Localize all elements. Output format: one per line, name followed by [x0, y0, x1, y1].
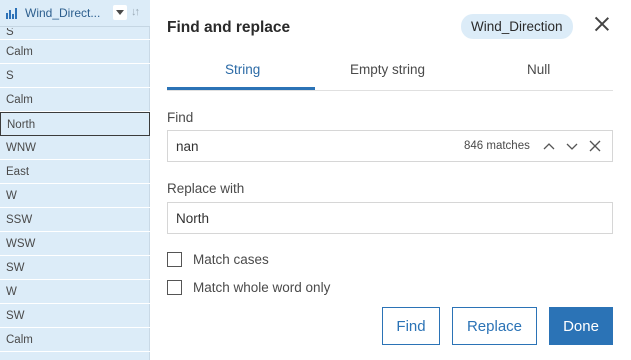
table-cell[interactable]: East [0, 160, 150, 184]
table-cell[interactable]: SW [0, 256, 150, 280]
bar-chart-icon [6, 7, 20, 19]
table-cell[interactable]: S [0, 64, 150, 88]
active-tab-indicator [167, 87, 315, 90]
column-panel: Wind_Direct... ↓↑ S Calm S Calm North WN… [0, 0, 150, 360]
chevron-up-icon[interactable] [542, 139, 556, 153]
table-cell[interactable]: W [0, 280, 150, 304]
match-cases-label: Match cases [193, 252, 269, 267]
tab-null[interactable]: Null [527, 62, 550, 77]
column-menu-dropdown[interactable] [113, 5, 127, 20]
table-cell[interactable]: WSW [0, 232, 150, 256]
match-cases-checkbox[interactable] [167, 252, 182, 267]
table-cell[interactable]: SW [0, 304, 150, 328]
table-cell-selected[interactable]: North [0, 112, 150, 136]
field-chip: Wind_Direction [461, 14, 573, 39]
table-cell[interactable]: Calm [0, 88, 150, 112]
replace-input[interactable] [167, 202, 613, 234]
table-cell[interactable]: S [0, 28, 150, 40]
match-whole-word-option[interactable]: Match whole word only [167, 280, 330, 295]
match-count: 846 matches [464, 140, 530, 152]
table-cell[interactable]: Calm [0, 328, 150, 352]
done-button[interactable]: Done [549, 307, 613, 345]
replace-button[interactable]: Replace [452, 307, 537, 345]
dialog-title: Find and replace [167, 19, 291, 36]
replace-label: Replace with [167, 181, 245, 196]
chevron-down-icon[interactable] [565, 139, 579, 153]
column-header[interactable]: Wind_Direct... ↓↑ [0, 0, 150, 27]
table-cell[interactable]: SSW [0, 208, 150, 232]
tab-bar: String Empty string Null [167, 50, 613, 91]
table-cell[interactable]: WNW [0, 136, 150, 160]
find-replace-dialog: Find and replace Wind_Direction String E… [151, 0, 631, 360]
table-cell[interactable]: Calm [0, 40, 150, 64]
clear-icon[interactable] [588, 139, 602, 153]
find-button[interactable]: Find [382, 307, 440, 345]
find-label: Find [167, 110, 194, 125]
column-header-title: Wind_Direct... [25, 6, 101, 20]
match-whole-word-checkbox[interactable] [167, 280, 182, 295]
match-whole-word-label: Match whole word only [193, 280, 331, 295]
close-icon[interactable] [592, 14, 612, 34]
sort-arrows-icon[interactable]: ↓↑ [131, 6, 140, 18]
table-cell[interactable]: W [0, 184, 150, 208]
tab-string[interactable]: String [225, 62, 260, 77]
tab-empty-string[interactable]: Empty string [350, 62, 425, 77]
match-cases-option[interactable]: Match cases [167, 252, 269, 267]
